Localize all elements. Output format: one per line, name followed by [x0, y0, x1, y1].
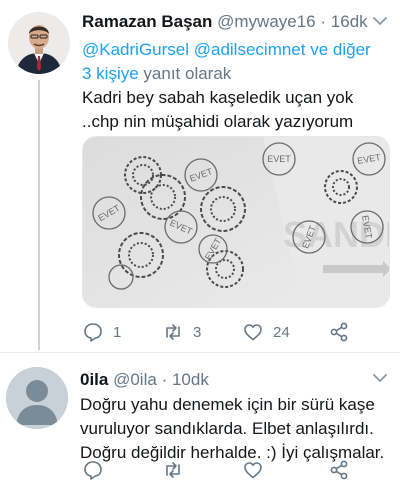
reply-button[interactable]: 1	[82, 320, 121, 344]
dot-separator: ·	[161, 370, 168, 389]
tweet-text: Doğru yahu denemek için bir sürü kaşe vu…	[80, 395, 385, 462]
thread-line	[38, 80, 40, 350]
like-count: 24	[273, 323, 290, 341]
author-name[interactable]: Ramazan Başan	[82, 12, 212, 31]
author-handle[interactable]: @mywaye16	[217, 12, 316, 31]
author-handle[interactable]: @0ila	[113, 370, 157, 389]
heart-icon	[244, 462, 262, 479]
avatar[interactable]	[6, 367, 68, 429]
author-name[interactable]: 0ila	[80, 370, 108, 389]
tweet-actions: 1 3 24	[82, 320, 382, 344]
like-button[interactable]: 24	[242, 320, 290, 344]
replying-to: @KadriGursel @adilsecimnet ve diğer 3 ki…	[82, 38, 382, 86]
reply-count: 1	[113, 323, 122, 341]
photo-stamp-text: EVET	[267, 154, 291, 164]
share-icon	[330, 322, 348, 342]
dot-separator: ·	[320, 12, 327, 31]
reply-icon	[84, 461, 102, 480]
reply-button[interactable]	[82, 458, 113, 482]
tweet-header: 0ila @0ila · 10dk	[80, 369, 209, 391]
tweet-header: Ramazan Başan @mywaye16 · 16dk	[82, 11, 368, 33]
timestamp[interactable]: 10dk	[172, 370, 209, 389]
retweet-icon	[166, 462, 180, 478]
share-icon	[330, 460, 348, 480]
tweet-photo[interactable]: SANDIK	[82, 136, 390, 308]
avatar[interactable]	[8, 12, 70, 74]
retweet-icon	[166, 324, 180, 340]
tweet-text: Kadri bey sabah kaşeledik uçan yok ..chp…	[82, 88, 354, 131]
reply-suffix: yanıt olarak	[143, 64, 232, 83]
share-button[interactable]	[328, 320, 350, 344]
retweet-button[interactable]	[162, 458, 193, 482]
like-button[interactable]	[242, 458, 273, 482]
heart-icon	[244, 324, 262, 341]
tweet-actions	[82, 458, 382, 482]
tweet-ramazan-basan[interactable]: Ramazan Başan @mywaye16 · 16dk @KadriGur…	[0, 0, 400, 352]
share-button[interactable]	[328, 458, 350, 482]
retweet-count: 3	[193, 323, 202, 341]
timestamp[interactable]: 16dk	[331, 12, 368, 31]
chevron-down-icon[interactable]	[373, 16, 387, 26]
chevron-down-icon[interactable]	[373, 373, 387, 383]
reply-icon	[84, 323, 102, 342]
retweet-button[interactable]: 3	[162, 320, 201, 344]
